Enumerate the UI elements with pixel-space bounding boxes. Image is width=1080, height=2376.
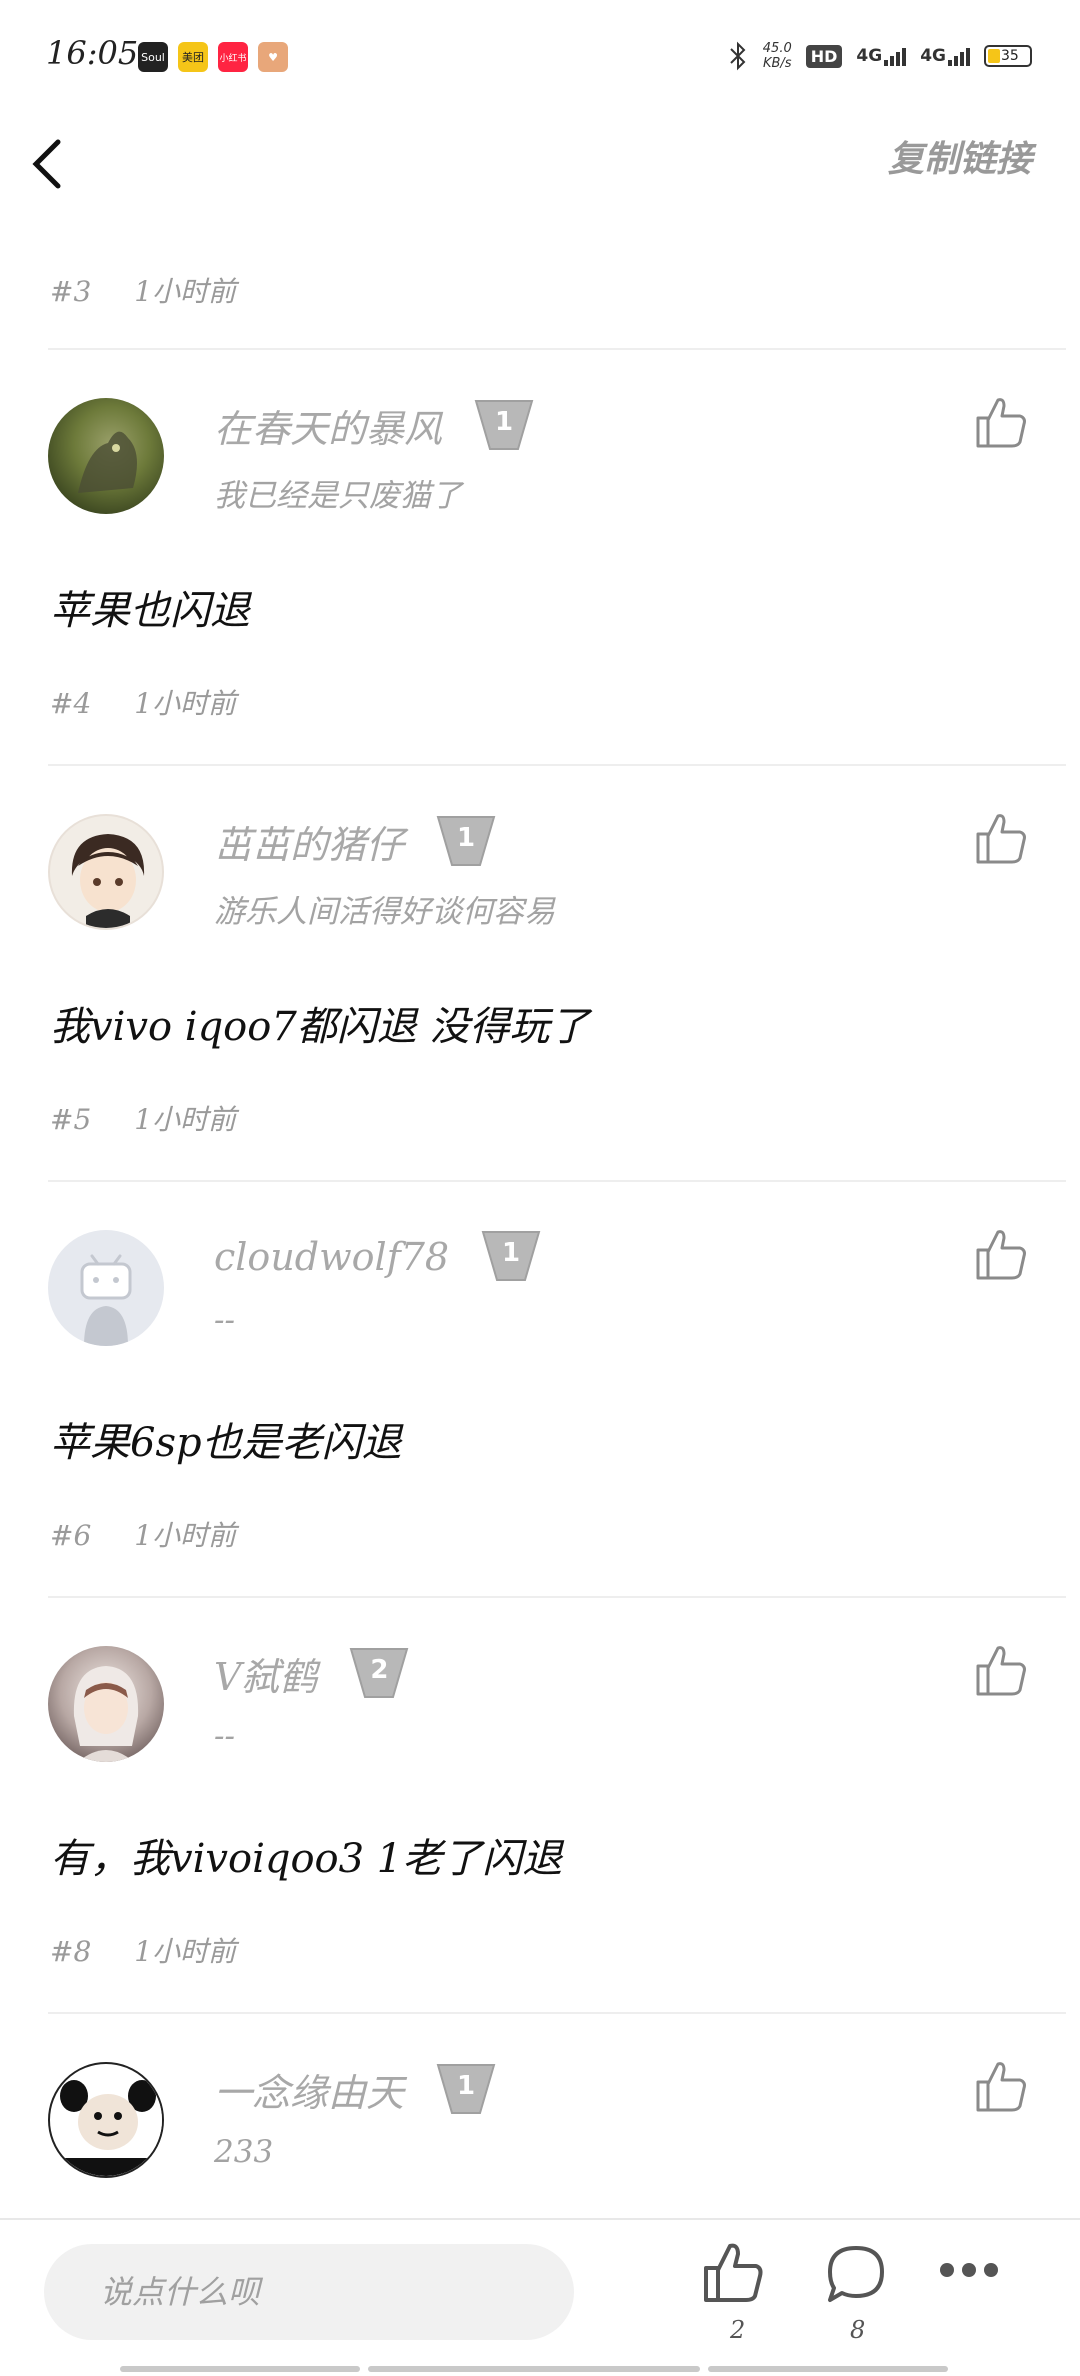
comment-time: 1小时前 [134,1103,237,1136]
status-time: 16:05 [46,34,139,72]
username-row: 茁茁的猪仔 1 [214,814,496,869]
level-badge: 1 [474,399,534,453]
like-count: 2 [730,2316,746,2344]
status-right-area: 45.0 KB/s HD 4G 4G 35 [727,36,1032,76]
thumbs-up-icon[interactable] [700,2240,766,2306]
speed-value: 45.0 [762,41,792,56]
comment-footer: #4 1小时前 [50,682,236,722]
bottom-action-bar: 说点什么呗 2 8 [0,2218,1080,2376]
panda-meme-icon [52,2066,162,2176]
cat-icon [78,431,137,493]
anime-girl-icon [73,1666,139,1762]
floor-number: #4 [50,687,92,720]
comment-item: cloudwolf78 1 -- 苹果6sp也是老闪退 #6 1小时前 [0,1182,1080,1596]
thumbs-up-icon[interactable] [970,808,1030,868]
comment-item: 茁茁的猪仔 1 游乐人间活得好谈何容易 我vivo iqoo7都闪退 没得玩了 … [0,766,1080,1180]
comment-text: 我vivo iqoo7都闪退 没得玩了 [50,1004,590,1050]
username-row: cloudwolf78 1 [214,1230,541,1284]
speed-unit: KB/s [762,56,792,71]
nav-indicator [120,2366,360,2372]
meituan-app-icon: 美团 [178,42,208,72]
health-app-icon: ♥ [258,42,288,72]
soul-app-icon: Soul [138,42,168,72]
floor-number: #6 [50,1519,92,1552]
copy-link-button[interactable]: 复制链接 [888,130,1032,182]
comment-time: 1小时前 [134,1519,237,1552]
thumbs-up-icon[interactable] [970,392,1030,452]
avatar[interactable] [48,1230,164,1346]
username-row: 一念缘由天 1 [214,2062,496,2117]
default-avatar-icon [80,1254,132,1346]
signal-2: 4G [920,46,970,66]
level-badge: 2 [349,1647,409,1701]
avatar[interactable] [48,398,164,514]
network-2-label: 4G [920,46,946,66]
avatar[interactable] [48,814,164,930]
hd-badge: HD [805,44,843,68]
chevron-left-icon[interactable] [20,122,90,202]
avatar[interactable] [48,2062,164,2178]
level-badge: 1 [436,815,496,869]
nav-indicator [708,2366,948,2372]
thumbs-up-icon[interactable] [970,2056,1030,2116]
nav-indicator [368,2366,700,2372]
user-signature: 233 [214,2134,274,2170]
comment-text: 有，我vivoiqoo3 1老了闪退 [50,1836,563,1882]
xiaohongshu-app-icon: 小红书 [218,42,248,72]
battery-icon: 35 [984,45,1032,67]
comment-text: 苹果也闪退 [50,588,250,634]
comment-item: 一念缘由天 1 233 [0,2014,1080,2220]
username[interactable]: cloudwolf78 [214,1235,449,1279]
level-number: 1 [494,406,514,437]
level-number: 1 [456,2070,476,2101]
comment-footer: #8 1小时前 [50,1930,236,1970]
signal-1: 4G [856,46,907,66]
username[interactable]: V弑鹤 [214,1646,317,1701]
level-number: 1 [502,1238,521,1268]
thumbs-up-icon[interactable] [970,1224,1030,1284]
username-row: 在春天的暴风 1 [214,398,534,453]
user-signature: -- [214,1718,235,1754]
floor-number: #5 [50,1103,92,1136]
level-number: 2 [370,1654,389,1685]
level-number: 1 [456,822,476,853]
username[interactable]: 茁茁的猪仔 [214,814,404,869]
comment-time: 1小时前 [134,275,237,308]
user-signature: 游乐人间活得好谈何容易 [214,894,555,930]
comment-footer: #3 1小时前 [50,270,236,310]
comment-text: 苹果6sp也是老闪退 [50,1420,402,1466]
comment-count: 8 [850,2316,866,2344]
bluetooth-icon [730,41,746,71]
avatar[interactable] [48,1646,164,1762]
comment-input[interactable]: 说点什么呗 [44,2244,574,2340]
user-signature: -- [214,1302,235,1338]
username[interactable]: 在春天的暴风 [214,398,442,453]
battery-level: 35 [1001,48,1019,64]
network-1-label: 4G [856,46,883,66]
comment-footer: #5 1小时前 [50,1098,236,1138]
anime-boy-icon [71,834,145,928]
comment-time: 1小时前 [134,1935,237,1968]
comment-item: 在春天的暴风 1 我已经是只废猫了 苹果也闪退 #4 1小时前 [0,350,1080,764]
comment-item: V弑鹤 2 -- 有，我vivoiqoo3 1老了闪退 #8 1小时前 [0,1598,1080,2012]
signal-bars-icon [884,46,907,66]
floor-number: #8 [50,1935,92,1968]
floor-number: #3 [50,275,92,308]
signal-bars-icon [948,46,970,66]
network-speed: 45.0 KB/s [763,41,792,71]
status-bar: 16:05 Soul 美团 小红书 ♥ 45.0 KB/s HD 4G 4G 3… [0,0,1080,110]
username[interactable]: 一念缘由天 [214,2062,404,2117]
thumbs-up-icon[interactable] [970,1640,1030,1700]
username-row: V弑鹤 2 [214,1646,409,1701]
level-badge: 1 [481,1230,541,1284]
comment-time: 1小时前 [134,687,237,720]
comment-footer: #6 1小时前 [50,1514,236,1554]
comment-bubble-icon[interactable] [824,2242,888,2306]
level-badge: 1 [436,2063,496,2117]
user-signature: 我已经是只废猫了 [214,478,462,514]
more-options-icon[interactable] [940,2260,1004,2280]
top-bar: 复制链接 [0,110,1080,240]
